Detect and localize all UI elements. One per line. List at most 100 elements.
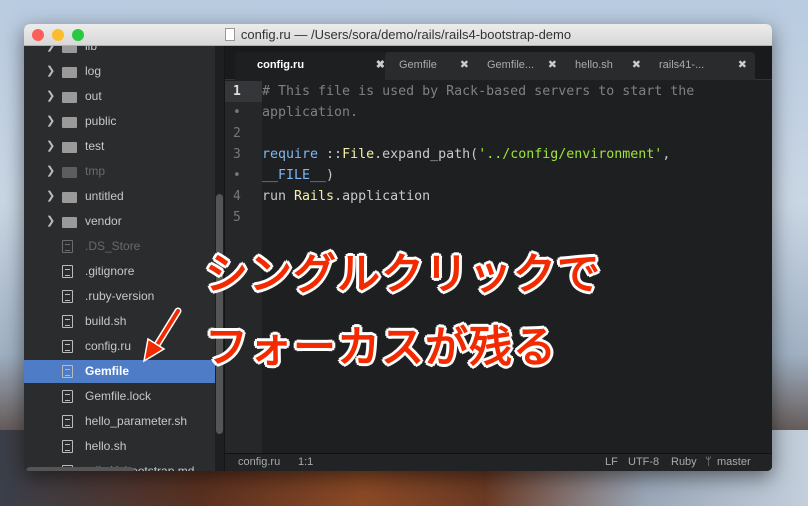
close-tab-icon[interactable]: ✖ bbox=[548, 52, 557, 78]
tree-item-label: build.sh bbox=[85, 314, 127, 328]
line-number: 2 bbox=[233, 126, 241, 141]
tree-item-hello-sh[interactable]: hello.sh bbox=[24, 435, 215, 458]
tree-item-label: out bbox=[85, 89, 102, 103]
tab-gemfile[interactable]: Gemfile ✖ bbox=[385, 52, 477, 80]
chevron-right-icon[interactable]: ❯ bbox=[46, 46, 55, 58]
tab-label: config.ru bbox=[257, 59, 305, 71]
file-icon bbox=[62, 390, 73, 403]
folder-icon bbox=[62, 46, 77, 53]
tree-item-hello-parameter-sh[interactable]: hello_parameter.sh bbox=[24, 410, 215, 433]
git-branch-icon: ᛘ bbox=[705, 456, 712, 468]
annotation-line-2: フォーカスが残る bbox=[205, 324, 557, 372]
file-icon bbox=[62, 315, 73, 328]
tree-item-untitled[interactable]: ❯ untitled bbox=[24, 185, 215, 208]
file-icon bbox=[62, 240, 73, 253]
tree-item-label: .DS_Store bbox=[85, 239, 141, 253]
code-token: .application bbox=[334, 189, 431, 204]
line-number: • bbox=[233, 105, 241, 120]
title-bar: config.ru — /Users/sora/demo/rails/rails… bbox=[24, 24, 772, 46]
file-icon bbox=[62, 265, 73, 278]
code-token: :: bbox=[318, 147, 343, 162]
file-icon bbox=[62, 365, 73, 378]
tab-config-ru[interactable]: config.ru ✖ bbox=[235, 52, 393, 80]
chevron-right-icon[interactable]: ❯ bbox=[46, 60, 55, 83]
tab-bar: config.ru ✖ Gemfile ✖ Gemfile... ✖ hello.sh ✖ ra… bbox=[225, 46, 772, 80]
tab-label: hello.sh bbox=[575, 59, 613, 71]
window-title-text: config.ru — /Users/sora/demo/rails/rails… bbox=[240, 27, 572, 42]
tree-item-label: public bbox=[85, 114, 117, 128]
code-token: # This file is used by Rack-based server… bbox=[262, 84, 695, 99]
code-token: Rails bbox=[294, 189, 335, 204]
file-icon bbox=[62, 440, 73, 453]
code-token: '../config/environment' bbox=[478, 147, 663, 162]
tab-gemfile-[interactable]: Gemfile... ✖ bbox=[473, 52, 565, 80]
tab-label: Gemfile... bbox=[487, 59, 535, 71]
code-token: __FILE__ bbox=[262, 168, 327, 183]
tree-horizontal-scrollbar[interactable] bbox=[26, 467, 134, 471]
code-line: application. bbox=[262, 102, 358, 123]
chevron-right-icon[interactable]: ❯ bbox=[46, 85, 55, 108]
status-branch[interactable]: master bbox=[717, 454, 751, 471]
close-tab-icon[interactable]: ✖ bbox=[460, 52, 469, 78]
tree-item-gemfile-lock[interactable]: Gemfile.lock bbox=[24, 385, 215, 408]
status-cursor-position[interactable]: 1:1 bbox=[298, 454, 313, 471]
folder-icon bbox=[62, 192, 77, 203]
folder-icon bbox=[62, 67, 77, 78]
tree-item-label: Gemfile.lock bbox=[85, 389, 152, 403]
tree-item-out[interactable]: ❯ out bbox=[24, 85, 215, 108]
tree-item-label: lib bbox=[85, 46, 98, 53]
chevron-right-icon[interactable]: ❯ bbox=[46, 210, 55, 233]
annotation-line-1: シングルクリックで bbox=[205, 251, 601, 299]
close-tab-icon[interactable]: ✖ bbox=[738, 52, 747, 78]
file-icon bbox=[62, 290, 73, 303]
tree-item--gitignore[interactable]: .gitignore bbox=[24, 260, 215, 283]
folder-icon bbox=[62, 217, 77, 228]
folder-icon bbox=[62, 142, 77, 153]
line-number: 5 bbox=[233, 210, 241, 225]
status-bar: config.ru 1:1 LF UTF-8 Ruby ᛘ master bbox=[225, 453, 772, 471]
tree-item-test[interactable]: ❯ test bbox=[24, 135, 215, 158]
tree-item-public[interactable]: ❯ public bbox=[24, 110, 215, 133]
code-token: , bbox=[662, 147, 671, 162]
annotation-arrow-icon bbox=[142, 307, 182, 363]
file-icon bbox=[62, 415, 73, 428]
tree-item--ds-store[interactable]: .DS_Store bbox=[24, 235, 215, 258]
tab-rails41-[interactable]: rails41-... ✖ bbox=[645, 52, 755, 80]
status-file[interactable]: config.ru bbox=[238, 454, 280, 471]
line-number: 4 bbox=[233, 189, 241, 204]
code-line: # This file is used by Rack-based server… bbox=[262, 81, 694, 102]
chevron-right-icon[interactable]: ❯ bbox=[46, 185, 55, 208]
close-tab-icon[interactable]: ✖ bbox=[376, 52, 385, 78]
folder-icon bbox=[62, 117, 77, 128]
code-token: application. bbox=[262, 105, 359, 120]
tree-item-lib[interactable]: ❯ lib bbox=[24, 46, 215, 58]
code-line: __FILE__) bbox=[262, 165, 334, 186]
line-number: 3 bbox=[233, 147, 241, 162]
chevron-right-icon[interactable]: ❯ bbox=[46, 135, 55, 158]
tree-item-label: config.ru bbox=[85, 339, 132, 353]
status-line-ending[interactable]: LF bbox=[605, 454, 618, 471]
tree-item-label: hello.sh bbox=[85, 439, 127, 453]
tab-hello-sh[interactable]: hello.sh ✖ bbox=[561, 52, 649, 80]
tree-item-vendor[interactable]: ❯ vendor bbox=[24, 210, 215, 233]
folder-icon bbox=[62, 167, 77, 178]
status-encoding[interactable]: UTF-8 bbox=[628, 454, 659, 471]
tree-item-label: test bbox=[85, 139, 105, 153]
code-token: File bbox=[342, 147, 375, 162]
tree-view: ❯ lib ❯ log ❯ out ❯ public ❯ test ❯ tmp ❯ untitled ❯ ve… bbox=[24, 46, 215, 471]
chevron-right-icon[interactable]: ❯ bbox=[46, 110, 55, 133]
tree-item-log[interactable]: ❯ log bbox=[24, 60, 215, 83]
close-tab-icon[interactable]: ✖ bbox=[632, 52, 641, 78]
tree-item-label: untitled bbox=[85, 189, 124, 203]
tree-item-tmp[interactable]: ❯ tmp bbox=[24, 160, 215, 183]
tree-item-label: tmp bbox=[85, 164, 106, 178]
tree-item-label: Gemfile bbox=[85, 364, 130, 378]
status-grammar[interactable]: Ruby bbox=[671, 454, 697, 471]
chevron-right-icon[interactable]: ❯ bbox=[46, 160, 55, 183]
tree-item-label: .gitignore bbox=[85, 264, 135, 278]
line-number: 1 bbox=[225, 81, 262, 102]
code-token: run bbox=[262, 189, 295, 204]
tab-label: Gemfile bbox=[399, 59, 437, 71]
file-icon bbox=[62, 340, 73, 353]
tree-item-label: vendor bbox=[85, 214, 122, 228]
